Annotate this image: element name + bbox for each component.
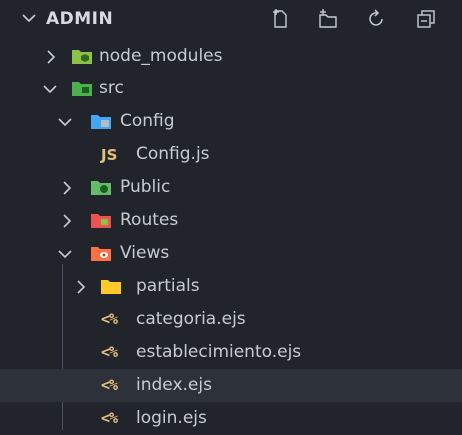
node-modules-folder-icon	[72, 50, 92, 64]
tree-item-label: Views	[120, 243, 170, 263]
tree-item-label: Config	[120, 111, 175, 131]
tree-item-label: Public	[120, 177, 171, 197]
folder-icon	[101, 280, 121, 294]
javascript-file-icon: JS	[101, 146, 118, 164]
tree-item-label: index.ejs	[136, 375, 212, 395]
views-folder-icon	[91, 247, 111, 261]
ejs-file-icon: <%	[101, 310, 118, 328]
tree-item-login-ejs[interactable]: <% login.ejs	[0, 402, 462, 435]
src-folder-icon	[72, 82, 92, 96]
chevron-right-icon[interactable]	[46, 50, 56, 64]
tree-item-label: src	[99, 78, 124, 98]
tree-item-config[interactable]: Config	[0, 105, 462, 138]
tree-item-public[interactable]: Public	[0, 171, 462, 204]
tree-item-label: Config.js	[136, 144, 210, 164]
refresh-icon[interactable]	[366, 8, 388, 30]
chevron-down-icon[interactable]	[58, 117, 72, 127]
tree-item-categoria-ejs[interactable]: <% categoria.ejs	[0, 303, 462, 336]
tree-item-routes[interactable]: Routes	[0, 204, 462, 237]
tree-item-src[interactable]: src	[0, 72, 462, 105]
chevron-down-icon[interactable]	[43, 84, 57, 94]
config-folder-icon	[91, 115, 111, 129]
chevron-right-icon[interactable]	[62, 181, 72, 195]
workspace-title: ADMIN	[46, 9, 114, 29]
ejs-file-icon: <%	[101, 343, 118, 361]
explorer-header[interactable]: ADMIN	[0, 0, 462, 38]
chevron-down-icon[interactable]	[22, 13, 36, 23]
routes-folder-icon	[91, 214, 111, 228]
chevron-right-icon[interactable]	[76, 280, 86, 294]
tree-item-label: establecimiento.ejs	[136, 342, 302, 362]
tree-item-config-js[interactable]: JS Config.js	[0, 138, 462, 171]
tree-item-establecimiento-ejs[interactable]: <% establecimiento.ejs	[0, 336, 462, 369]
tree-item-views[interactable]: Views	[0, 237, 462, 270]
tree-item-partials[interactable]: partials	[0, 270, 462, 303]
ejs-file-icon: <%	[101, 409, 118, 427]
tree-item-node-modules[interactable]: node_modules	[0, 40, 462, 73]
public-folder-icon	[91, 181, 111, 195]
tree-item-label: node_modules	[99, 46, 223, 66]
ejs-file-icon: <%	[101, 376, 118, 394]
tree-item-index-ejs[interactable]: <% index.ejs	[0, 369, 462, 402]
chevron-down-icon[interactable]	[58, 249, 72, 259]
tree-item-label: login.ejs	[136, 408, 207, 428]
chevron-right-icon[interactable]	[62, 214, 72, 228]
file-explorer: ADMIN node_modules src Config JS Config.…	[0, 0, 462, 430]
tree-item-label: partials	[136, 276, 200, 296]
collapse-all-icon[interactable]	[415, 8, 437, 30]
new-folder-icon[interactable]	[317, 8, 339, 30]
new-file-icon[interactable]	[269, 8, 291, 30]
tree-item-label: categoria.ejs	[136, 309, 246, 329]
tree-item-label: Routes	[120, 210, 179, 230]
